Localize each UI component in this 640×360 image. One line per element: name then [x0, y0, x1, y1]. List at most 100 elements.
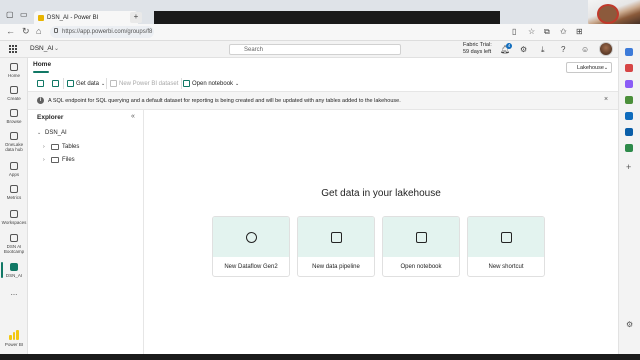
- settings-button[interactable]: [52, 78, 59, 89]
- dataflow-icon: [246, 232, 257, 243]
- tree-item-files[interactable]: › Files: [43, 157, 75, 163]
- favorites-bar-icon[interactable]: ✩: [560, 27, 567, 36]
- nav-apps[interactable]: Apps: [0, 162, 28, 177]
- card-new-dataflow[interactable]: New Dataflow Gen2: [212, 216, 290, 277]
- chevron-down-icon[interactable]: ⌄: [54, 45, 59, 52]
- home-browser-icon[interactable]: ⌂: [36, 26, 41, 36]
- browse-icon: [10, 109, 18, 117]
- trial-line-2: 59 days left: [463, 49, 492, 55]
- card-new-shortcut[interactable]: New shortcut: [467, 216, 545, 277]
- download-icon[interactable]: ⤓: [541, 45, 545, 55]
- card-label: New shortcut: [488, 264, 524, 270]
- view-select-value: Lakehouse: [577, 64, 604, 71]
- info-message: A SQL endpoint for SQL querying and a de…: [48, 98, 401, 104]
- card-new-pipeline[interactable]: New data pipeline: [297, 216, 375, 277]
- open-notebook-button[interactable]: Open notebook ⌄: [183, 78, 239, 89]
- ribbon-divider: [181, 78, 182, 89]
- refresh-button[interactable]: [37, 78, 44, 89]
- nav-bootcamp[interactable]: DSN AI Bootcamp: [0, 234, 28, 254]
- workspaces-icon[interactable]: ▭: [20, 10, 28, 19]
- tree-item-tables[interactable]: › Tables: [43, 144, 79, 150]
- sidebar-office-icon[interactable]: [625, 112, 633, 120]
- lock-icon: [54, 28, 58, 33]
- bootcamp-icon: [10, 234, 18, 242]
- sidebar-settings-icon[interactable]: ⚙: [626, 320, 633, 329]
- back-icon[interactable]: ←: [6, 26, 15, 36]
- feedback-icon[interactable]: ☺: [581, 45, 589, 54]
- collections-icon[interactable]: ⊞: [576, 27, 583, 36]
- nav-workspaces[interactable]: Workspaces: [0, 210, 28, 225]
- screen-bottom-edge: [0, 354, 640, 360]
- tree-item-root[interactable]: ⌄ DSN_AI: [37, 130, 67, 136]
- workspaces-icon: [10, 210, 18, 218]
- pipeline-icon: [331, 232, 342, 243]
- folder-icon: [51, 157, 59, 163]
- sidebar-add-icon[interactable]: +: [626, 162, 631, 172]
- nav-onelake-label: OneLake data hub: [4, 142, 24, 152]
- tab-actions-icon[interactable]: ▢: [6, 10, 14, 19]
- powerbi-logo-icon[interactable]: [9, 330, 20, 340]
- sidebar-shopping-icon[interactable]: [625, 64, 633, 72]
- new-tab-button[interactable]: +: [130, 12, 142, 23]
- chevron-down-icon: ⌄: [235, 80, 240, 87]
- nav-metrics[interactable]: Metrics: [0, 185, 28, 200]
- tab-home[interactable]: Home: [33, 61, 51, 68]
- url-field[interactable]: https://app.powerbi.com/groups/f8: [50, 26, 154, 38]
- nav-bootcamp-label: DSN AI Bootcamp: [3, 244, 25, 254]
- new-dataset-button[interactable]: New Power BI dataset: [110, 78, 178, 89]
- left-nav: [0, 58, 28, 354]
- gear-icon[interactable]: ⚙: [520, 45, 527, 54]
- card-open-notebook[interactable]: Open notebook: [382, 216, 460, 277]
- close-icon[interactable]: ×: [604, 96, 608, 103]
- settings-icon: [52, 80, 59, 87]
- chevron-right-icon: ›: [43, 144, 45, 150]
- new-dataset-label: New Power BI dataset: [119, 80, 179, 87]
- nav-dsn-ai[interactable]: DSN_AI: [0, 263, 28, 278]
- trial-line-1: Fabric Trial:: [463, 42, 492, 48]
- card-label: New Dataflow Gen2: [224, 264, 278, 270]
- browser-tab[interactable]: DSN_AI - Power BI ×: [34, 11, 138, 24]
- webcam-person: [597, 4, 619, 24]
- get-data-label: Get data: [76, 80, 100, 87]
- sidebar-w-icon[interactable]: [625, 144, 633, 152]
- get-data-icon: [67, 80, 74, 87]
- notification-badge: 4: [506, 43, 512, 49]
- help-icon[interactable]: ?: [561, 45, 565, 54]
- sidebar-outlook-icon[interactable]: [625, 128, 633, 136]
- view-select[interactable]: Lakehouse ⌄: [566, 62, 612, 73]
- nav-create[interactable]: Create: [0, 86, 28, 101]
- nav-create-label: Create: [7, 96, 21, 101]
- chevron-right-icon: ›: [43, 157, 45, 163]
- refresh-icon: [37, 80, 44, 87]
- browser-tab-title: DSN_AI - Power BI: [47, 14, 99, 21]
- refresh-icon[interactable]: ↻: [22, 26, 30, 37]
- nav-metrics-label: Metrics: [6, 195, 22, 200]
- nav-home[interactable]: Home: [0, 63, 28, 78]
- get-data-button[interactable]: Get data ⌄: [67, 78, 105, 89]
- workspace-name[interactable]: DSN_AI: [30, 45, 53, 52]
- onelake-icon: [10, 132, 18, 140]
- tab-home-underline: [33, 71, 49, 73]
- nav-browse[interactable]: Browse: [0, 109, 28, 124]
- ribbon-tabs: [28, 58, 618, 75]
- search-input[interactable]: Search: [229, 44, 401, 55]
- sidebar-search-icon[interactable]: [625, 48, 633, 56]
- nav-onelake[interactable]: OneLake data hub: [0, 132, 28, 152]
- collapse-panel-icon[interactable]: «: [131, 113, 135, 120]
- chevron-down-icon: ⌄: [603, 64, 609, 71]
- app-launcher-icon[interactable]: [9, 45, 17, 53]
- avatar[interactable]: [599, 42, 613, 56]
- trial-status: Fabric Trial: 59 days left: [463, 42, 492, 56]
- chevron-down-icon: ⌄: [101, 80, 106, 87]
- favorite-icon[interactable]: ☆: [528, 27, 535, 36]
- ribbon-divider: [63, 78, 64, 89]
- split-screen-icon[interactable]: ⧉: [544, 27, 550, 37]
- sidebar-tools-icon[interactable]: [625, 80, 633, 88]
- sidebar-games-icon[interactable]: [625, 96, 633, 104]
- reading-view-icon[interactable]: ▯: [512, 27, 516, 36]
- open-notebook-label: Open notebook: [192, 80, 234, 87]
- nav-more[interactable]: ...: [0, 289, 28, 297]
- home-icon: [10, 63, 18, 71]
- powerbi-label: Power BI: [4, 342, 24, 347]
- shortcut-icon: [501, 232, 512, 243]
